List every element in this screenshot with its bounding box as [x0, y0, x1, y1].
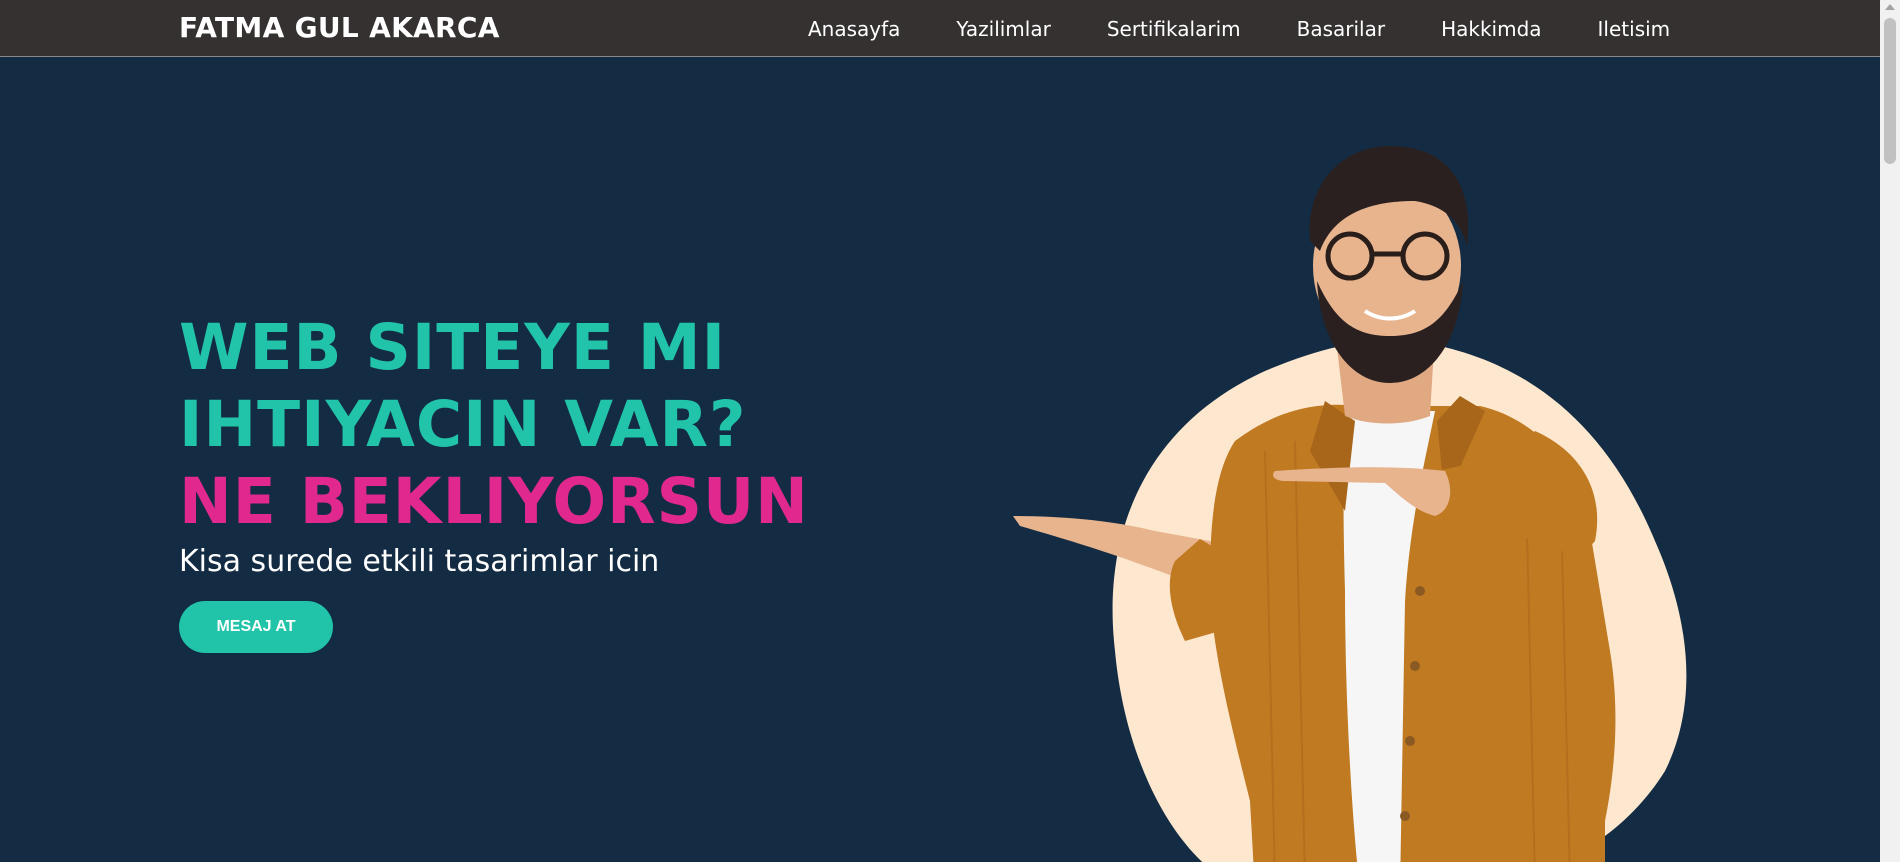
man-pointing-illustration [1013, 146, 1687, 862]
hero-subtitle: Kisa surede etkili tasarimlar icin [179, 544, 660, 579]
hero-headline: WEB SITEYE MI IHTIYACIN VAR? NE BEKLIYOR… [179, 309, 809, 540]
top-navbar: FATMA GUL AKARCA Anasayfa Yazilimlar Ser… [0, 0, 1880, 57]
message-button[interactable]: MESAJ AT [179, 601, 333, 653]
headline-line-1: WEB SITEYE MI [179, 311, 727, 384]
hero-section: WEB SITEYE MI IHTIYACIN VAR? NE BEKLIYOR… [0, 57, 1880, 862]
nav-link-sertifikalarim[interactable]: Sertifikalarim [1107, 17, 1241, 41]
main-nav: Anasayfa Yazilimlar Sertifikalarim Basar… [808, 0, 1670, 57]
nav-link-anasayfa[interactable]: Anasayfa [808, 17, 900, 41]
nav-link-iletisim[interactable]: Iletisim [1598, 17, 1671, 41]
site-brand[interactable]: FATMA GUL AKARCA [179, 11, 500, 44]
scroll-thumb[interactable] [1884, 18, 1896, 164]
scroll-up-arrow-icon[interactable] [1885, 4, 1895, 10]
page: FATMA GUL AKARCA Anasayfa Yazilimlar Ser… [0, 0, 1900, 862]
page-scrollbar[interactable] [1880, 0, 1900, 862]
hero-text-block: WEB SITEYE MI IHTIYACIN VAR? NE BEKLIYOR… [179, 309, 809, 653]
nav-link-yazilimlar[interactable]: Yazilimlar [956, 17, 1050, 41]
headline-line-2: IHTIYACIN VAR? [179, 388, 747, 461]
nav-link-hakkimda[interactable]: Hakkimda [1441, 17, 1541, 41]
headline-line-3: NE BEKLIYORSUN [179, 465, 809, 538]
nav-link-basarilar[interactable]: Basarilar [1297, 17, 1385, 41]
